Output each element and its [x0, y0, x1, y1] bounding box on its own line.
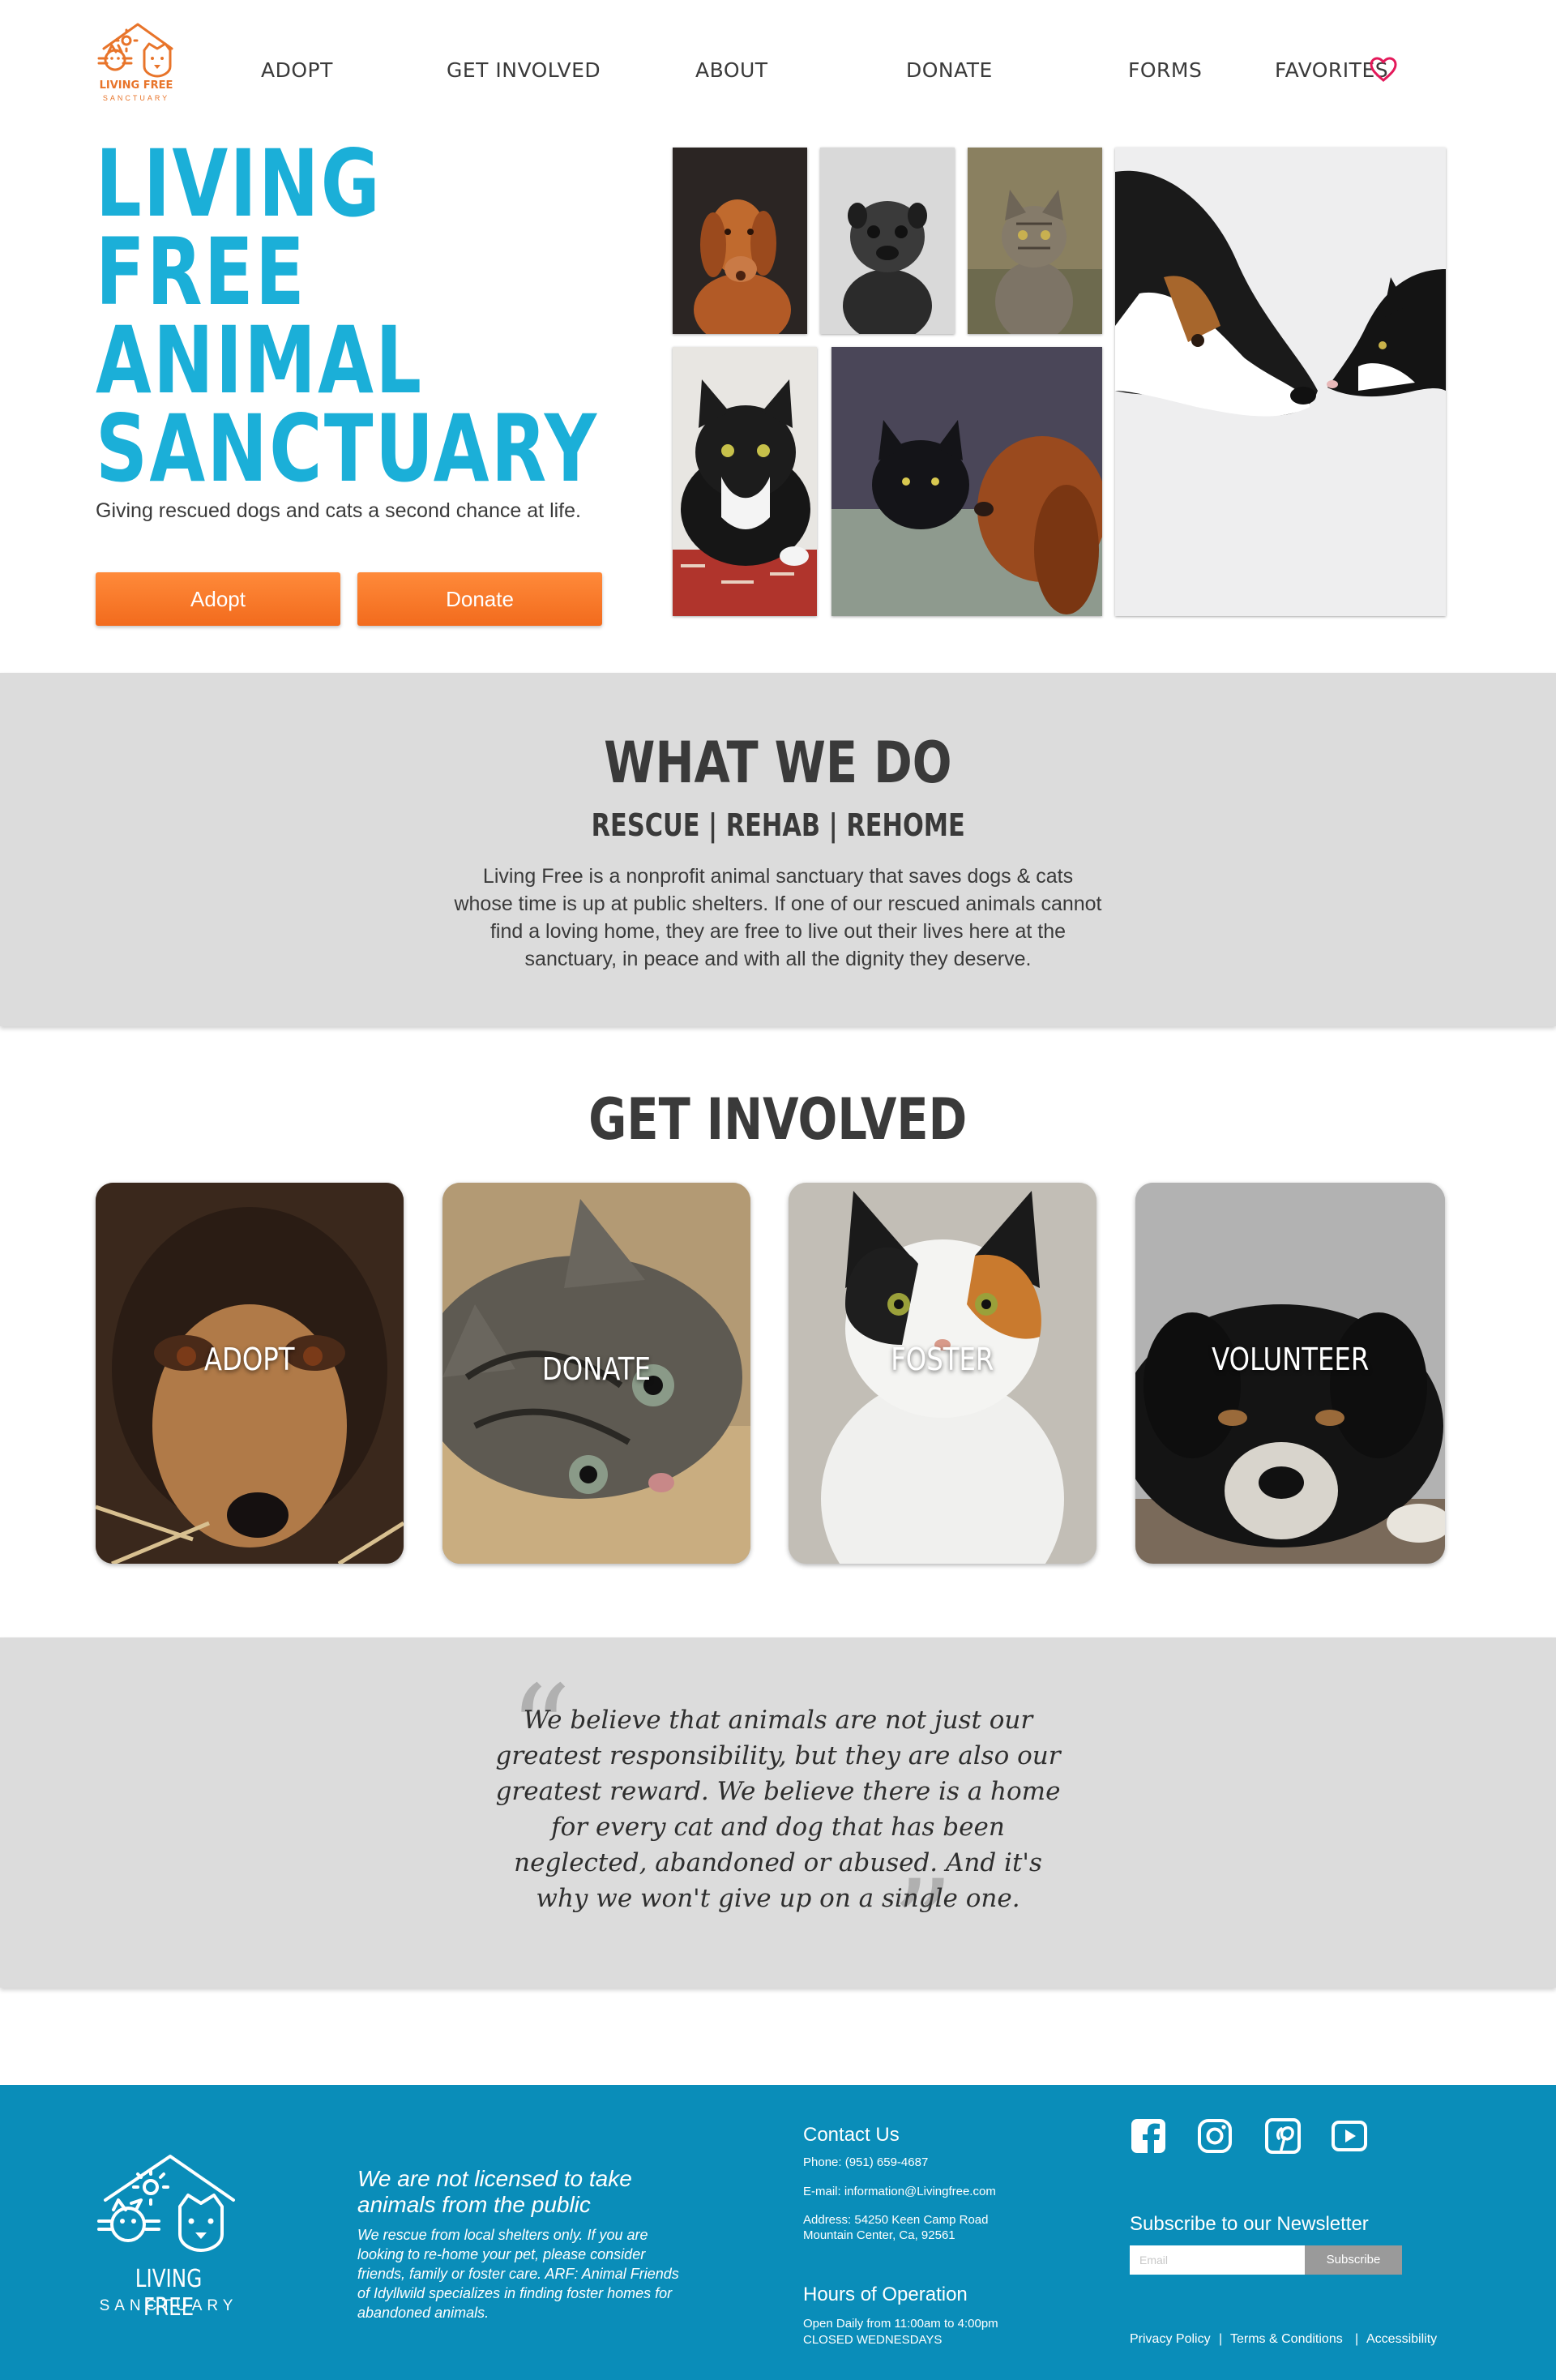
hours-open: Open Daily from 11:00am to 4:00pm — [803, 2317, 998, 2331]
card-volunteer[interactable]: VOLUNTEER — [1135, 1183, 1445, 1564]
instagram-icon[interactable] — [1196, 2117, 1233, 2155]
hours-title: Hours of Operation — [803, 2284, 968, 2305]
contact-address-line1: Address: 54250 Keen Camp Road — [803, 2213, 989, 2227]
nav-adopt[interactable]: ADOPT — [261, 58, 333, 82]
card-foster[interactable]: FOSTER — [789, 1183, 1096, 1564]
tagline-text: RESCUE | REHAB | REHOME — [591, 807, 965, 843]
hero-title-line: SANCTUARY — [96, 395, 599, 503]
hero-title-line: FREE — [96, 218, 307, 326]
nav-forms[interactable]: FORMS — [1128, 58, 1202, 82]
card-label-text: FOSTER — [891, 1342, 994, 1377]
card-adopt[interactable]: ADOPT — [96, 1183, 404, 1564]
logo-text: LIVING FREE — [99, 79, 173, 92]
notice-title: We are not licensed to take animals from… — [357, 2166, 632, 2217]
logo-house-icon — [97, 23, 173, 78]
contact-email[interactable]: E-mail: information@Livingfree.com — [803, 2184, 996, 2199]
get-involved-title-text: GET INVOLVED — [588, 1086, 968, 1153]
card-donate[interactable]: DONATE — [442, 1183, 750, 1564]
card-volunteer-label: VOLUNTEER — [1135, 1342, 1445, 1377]
contact-title: Contact Us — [803, 2124, 900, 2146]
adopt-button[interactable]: Adopt — [96, 572, 340, 626]
card-label-text: VOLUNTEER — [1211, 1342, 1370, 1377]
nav-donate[interactable]: DONATE — [906, 58, 993, 82]
card-adopt-label: ADOPT — [96, 1342, 404, 1377]
photo-vizsla-dog — [673, 148, 807, 334]
youtube-icon[interactable] — [1331, 2117, 1368, 2155]
contact-address-line2: Mountain Center, Ca, 92561 — [803, 2228, 955, 2242]
site-header: LIVING FREE SANCTUARY ADOPT GET INVOLVED… — [0, 0, 1556, 138]
what-we-do-body: Living Free is a nonprofit animal sanctu… — [454, 865, 1102, 970]
terms-conditions-link[interactable]: Terms & Conditions — [1230, 2332, 1343, 2347]
get-involved-title: GET INVOLVED — [0, 1086, 1556, 1153]
hero-title-line: LIVING — [96, 130, 383, 238]
hero-title: LIVING FREE ANIMAL SANCTUARY — [96, 130, 663, 503]
accessibility-link[interactable]: Accessibility — [1366, 2332, 1437, 2347]
hero-title-line: ANIMAL — [96, 306, 424, 414]
pinterest-icon[interactable] — [1264, 2117, 1302, 2155]
nav-get-involved[interactable]: GET INVOLVED — [447, 58, 601, 82]
newsletter-title: Subscribe to our Newsletter — [1130, 2213, 1369, 2235]
footer-link-separator: | — [1219, 2332, 1223, 2346]
photo-dog-and-cat — [1115, 148, 1446, 616]
contact-phone[interactable]: Phone: (951) 659-4687 — [803, 2155, 928, 2170]
newsletter-email-input[interactable] — [1130, 2245, 1305, 2275]
footer-logo-subtext: SANCTUARY — [99, 2297, 238, 2314]
donate-button[interactable]: Donate — [357, 572, 602, 626]
card-label-text: ADOPT — [204, 1342, 295, 1377]
hours-closed: CLOSED WEDNESDAYS — [803, 2333, 943, 2347]
photo-pug — [820, 148, 955, 334]
subscribe-button[interactable]: Subscribe — [1305, 2245, 1402, 2275]
what-we-do-section — [0, 673, 1556, 1026]
what-we-do-title: WHAT WE DO — [0, 730, 1556, 796]
footer-link-separator: | — [1355, 2332, 1359, 2346]
card-donate-label: DONATE — [442, 1351, 750, 1387]
site-logo[interactable]: LIVING FREE SANCTUARY — [96, 21, 177, 110]
card-foster-label: FOSTER — [789, 1342, 1096, 1377]
privacy-policy-link[interactable]: Privacy Policy — [1130, 2332, 1211, 2347]
heart-icon[interactable] — [1370, 57, 1397, 83]
footer-logo-icon[interactable] — [96, 2153, 242, 2258]
photo-cat-and-spaniel — [831, 347, 1102, 616]
what-we-do-title-text: WHAT WE DO — [604, 730, 952, 796]
facebook-icon[interactable] — [1130, 2117, 1167, 2155]
notice-body: We rescue from local shelters only. If y… — [357, 2227, 679, 2321]
nav-about[interactable]: ABOUT — [695, 58, 768, 82]
hero-subtitle: Giving rescued dogs and cats a second ch… — [96, 499, 581, 522]
photo-tabby-cat — [968, 148, 1102, 334]
mission-quote: We believe that animals are not just our… — [495, 1706, 1061, 1913]
logo-subtext: SANCTUARY — [102, 94, 170, 102]
rescue-rehab-rehome: RESCUE | REHAB | REHOME — [0, 807, 1556, 843]
photo-tuxedo-cat — [673, 347, 817, 616]
card-label-text: DONATE — [541, 1351, 652, 1387]
